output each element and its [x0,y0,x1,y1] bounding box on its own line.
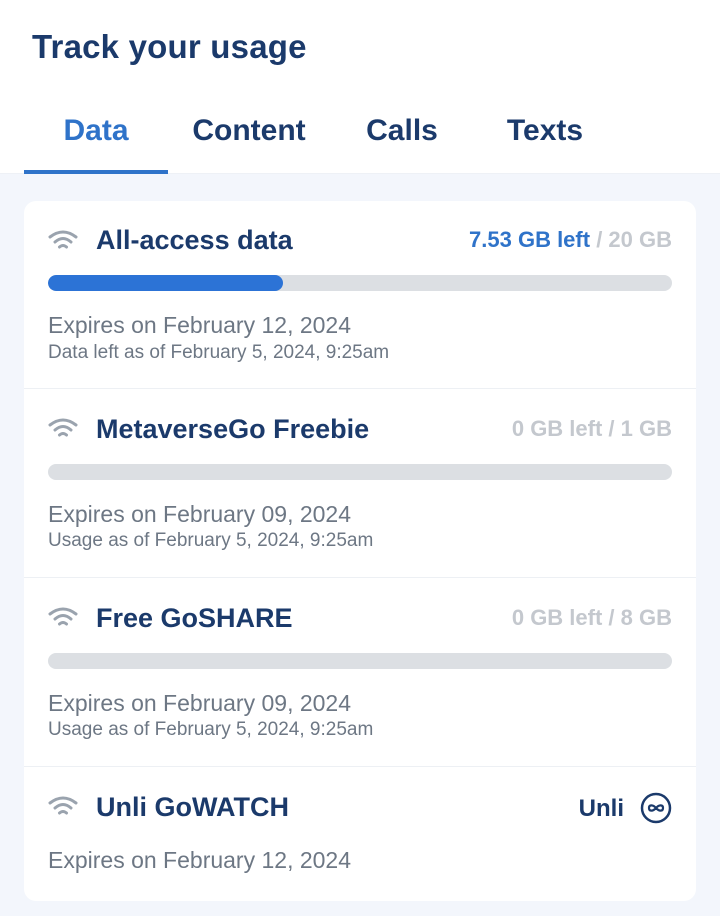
data-left: 0 GB left [511,605,603,630]
page-title: Track your usage [32,28,307,65]
expiry-date: Expires on February 09, 2024 [48,690,352,716]
usage-amount: 0 GB left / 1 GB [512,416,672,442]
tab-content[interactable]: Content [178,108,320,174]
usage-progress-bar [48,275,672,291]
usage-item-unli-gowatch[interactable]: Unli GoWATCH Unli Expires on February 12… [24,767,696,901]
item-name: Free GoSHARE [96,603,293,633]
usage-card: All-access data 7.53 GB left / 20 GB Exp… [24,201,696,901]
usage-timestamp: Data left as of February 5, 2024, 9:25am [48,342,390,363]
item-name: Unli GoWATCH [96,792,289,822]
item-name: MetaverseGo Freebie [96,414,370,444]
usage-item-free-goshare[interactable]: Free GoSHARE 0 GB left / 8 GB Expires on… [24,578,696,767]
item-name: All-access data [96,225,293,255]
tab-data[interactable]: Data [24,108,168,174]
unli-label: Unli [578,795,624,822]
expiry-date: Expires on February 12, 2024 [48,847,352,873]
usage-item-metaversego-freebie[interactable]: MetaverseGo Freebie 0 GB left / 1 GB Exp… [24,389,696,578]
header: Track your usage Data Content Calls Text… [0,0,720,174]
tab-texts[interactable]: Texts [490,108,600,174]
usage-progress-bar [48,653,672,669]
expiry-date: Expires on February 09, 2024 [48,501,352,527]
expiry-date: Expires on February 12, 2024 [48,312,352,338]
usage-amount: 0 GB left / 8 GB [512,605,672,631]
wifi-icon [48,418,78,437]
wifi-icon [48,607,78,626]
usage-progress-bar [48,464,672,480]
data-total: / 1 GB [602,416,672,441]
usage-tabs: Data Content Calls Texts [24,108,720,174]
usage-timestamp: Usage as of February 5, 2024, 9:25am [48,530,374,551]
wifi-icon [48,230,78,249]
usage-item-all-access-data[interactable]: All-access data 7.53 GB left / 20 GB Exp… [24,201,696,389]
tab-calls[interactable]: Calls [350,108,454,174]
data-total: / 20 GB [590,227,672,252]
data-total: / 8 GB [602,605,672,630]
usage-progress-fill [48,275,283,291]
data-left: 0 GB left [511,416,603,441]
usage-amount: 7.53 GB left / 20 GB [469,227,672,253]
wifi-icon [48,796,78,815]
infinity-icon [640,792,672,824]
data-left: 7.53 GB left [469,227,591,252]
usage-timestamp: Usage as of February 5, 2024, 9:25am [48,719,374,740]
